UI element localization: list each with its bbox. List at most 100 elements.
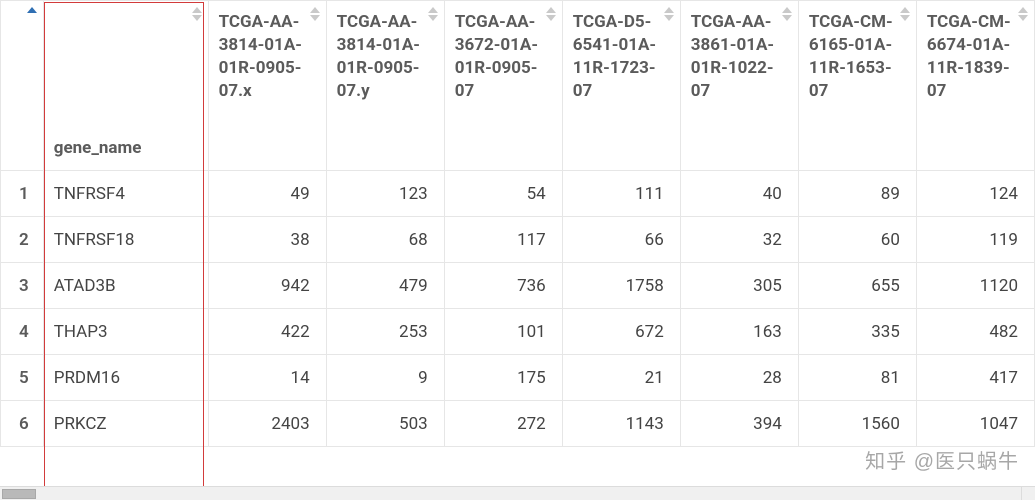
data-cell[interactable]: 9 bbox=[326, 355, 444, 401]
sort-asc-icon bbox=[192, 7, 202, 13]
sort-asc-icon bbox=[664, 7, 674, 13]
row-number-cell: 4 bbox=[1, 309, 44, 355]
data-cell[interactable]: 1758 bbox=[562, 263, 680, 309]
table-row[interactable]: 2TNFRSF183868117663260119 bbox=[1, 217, 1035, 263]
data-cell[interactable]: 305 bbox=[680, 263, 798, 309]
sort-indicator[interactable] bbox=[428, 7, 438, 21]
data-cell[interactable]: 1560 bbox=[798, 401, 916, 447]
gene-name-cell[interactable]: THAP3 bbox=[43, 309, 208, 355]
scrollbar-thumb[interactable] bbox=[2, 489, 36, 499]
data-cell[interactable]: 479 bbox=[326, 263, 444, 309]
sort-asc-icon bbox=[900, 7, 910, 13]
header-label: TCGA-AA-3814-01A-01R-0905-07.y bbox=[337, 12, 420, 101]
data-table-viewer: gene_name TCGA-AA-3814-01A-01R-0905-07.x… bbox=[0, 0, 1035, 500]
data-cell[interactable]: 124 bbox=[916, 171, 1034, 217]
sort-asc-icon bbox=[310, 7, 320, 13]
data-cell[interactable]: 417 bbox=[916, 355, 1034, 401]
data-cell[interactable]: 68 bbox=[326, 217, 444, 263]
column-header-sample-6[interactable]: TCGA-CM-6674-01A-11R-1839-07 bbox=[916, 1, 1034, 171]
data-cell[interactable]: 1120 bbox=[916, 263, 1034, 309]
table-row[interactable]: 1TNFRSF449123541114089124 bbox=[1, 171, 1035, 217]
column-header-gene-name[interactable]: gene_name bbox=[43, 1, 208, 171]
data-cell[interactable]: 101 bbox=[444, 309, 562, 355]
header-label: gene_name bbox=[54, 138, 142, 158]
data-cell[interactable]: 394 bbox=[680, 401, 798, 447]
sort-desc-icon bbox=[1018, 15, 1028, 21]
row-number-header[interactable] bbox=[1, 1, 44, 171]
column-header-sample-1[interactable]: TCGA-AA-3814-01A-01R-0905-07.y bbox=[326, 1, 444, 171]
gene-name-cell[interactable]: PRKCZ bbox=[43, 401, 208, 447]
data-cell[interactable]: 60 bbox=[798, 217, 916, 263]
horizontal-scrollbar[interactable] bbox=[0, 486, 1035, 500]
table-body: 1TNFRSF4491235411140891242TNFRSF18386811… bbox=[1, 171, 1035, 447]
sort-indicator[interactable] bbox=[1018, 7, 1028, 21]
sort-desc-icon bbox=[192, 15, 202, 21]
data-cell[interactable]: 672 bbox=[562, 309, 680, 355]
data-table: gene_name TCGA-AA-3814-01A-01R-0905-07.x… bbox=[0, 0, 1035, 447]
data-cell[interactable]: 32 bbox=[680, 217, 798, 263]
column-header-sample-4[interactable]: TCGA-AA-3861-01A-01R-1022-07 bbox=[680, 1, 798, 171]
sort-desc-icon bbox=[782, 15, 792, 21]
data-cell[interactable]: 28 bbox=[680, 355, 798, 401]
sort-indicator[interactable] bbox=[782, 7, 792, 21]
data-cell[interactable]: 14 bbox=[208, 355, 326, 401]
data-cell[interactable]: 66 bbox=[562, 217, 680, 263]
header-label: TCGA-CM-6165-01A-11R-1653-07 bbox=[809, 12, 893, 101]
column-header-sample-3[interactable]: TCGA-D5-6541-01A-11R-1723-07 bbox=[562, 1, 680, 171]
table-row[interactable]: 4THAP3422253101672163335482 bbox=[1, 309, 1035, 355]
sort-indicator[interactable] bbox=[310, 7, 320, 21]
data-cell[interactable]: 111 bbox=[562, 171, 680, 217]
data-cell[interactable]: 422 bbox=[208, 309, 326, 355]
data-cell[interactable]: 1047 bbox=[916, 401, 1034, 447]
sort-indicator[interactable] bbox=[192, 7, 202, 21]
sort-indicator[interactable] bbox=[900, 7, 910, 21]
sort-indicator[interactable] bbox=[546, 7, 556, 21]
row-number-cell: 2 bbox=[1, 217, 44, 263]
data-cell[interactable]: 272 bbox=[444, 401, 562, 447]
sort-indicator-rownum[interactable] bbox=[27, 7, 37, 15]
data-cell[interactable]: 54 bbox=[444, 171, 562, 217]
header-label: TCGA-CM-6674-01A-11R-1839-07 bbox=[927, 12, 1011, 101]
column-header-sample-0[interactable]: TCGA-AA-3814-01A-01R-0905-07.x bbox=[208, 1, 326, 171]
column-header-sample-2[interactable]: TCGA-AA-3672-01A-01R-0905-07 bbox=[444, 1, 562, 171]
watermark-text: 知乎 @医只蜗牛 bbox=[865, 445, 1019, 474]
gene-name-cell[interactable]: PRDM16 bbox=[43, 355, 208, 401]
gene-name-cell[interactable]: ATAD3B bbox=[43, 263, 208, 309]
row-number-cell: 3 bbox=[1, 263, 44, 309]
table-row[interactable]: 6PRKCZ2403503272114339415601047 bbox=[1, 401, 1035, 447]
data-cell[interactable]: 1143 bbox=[562, 401, 680, 447]
data-cell[interactable]: 253 bbox=[326, 309, 444, 355]
table-row[interactable]: 5PRDM16149175212881417 bbox=[1, 355, 1035, 401]
data-cell[interactable]: 49 bbox=[208, 171, 326, 217]
table-row[interactable]: 3ATAD3B94247973617583056551120 bbox=[1, 263, 1035, 309]
sort-asc-icon bbox=[27, 7, 37, 13]
data-cell[interactable]: 655 bbox=[798, 263, 916, 309]
data-cell[interactable]: 38 bbox=[208, 217, 326, 263]
sort-asc-icon bbox=[546, 7, 556, 13]
header-label: TCGA-D5-6541-01A-11R-1723-07 bbox=[573, 12, 656, 101]
sort-desc-icon bbox=[664, 15, 674, 21]
data-cell[interactable]: 21 bbox=[562, 355, 680, 401]
scrollbar-corner bbox=[1021, 487, 1035, 500]
data-cell[interactable]: 163 bbox=[680, 309, 798, 355]
row-number-cell: 1 bbox=[1, 171, 44, 217]
data-cell[interactable]: 482 bbox=[916, 309, 1034, 355]
sort-desc-icon bbox=[546, 15, 556, 21]
data-cell[interactable]: 81 bbox=[798, 355, 916, 401]
gene-name-cell[interactable]: TNFRSF18 bbox=[43, 217, 208, 263]
data-cell[interactable]: 736 bbox=[444, 263, 562, 309]
data-cell[interactable]: 117 bbox=[444, 217, 562, 263]
column-header-sample-5[interactable]: TCGA-CM-6165-01A-11R-1653-07 bbox=[798, 1, 916, 171]
data-cell[interactable]: 335 bbox=[798, 309, 916, 355]
data-cell[interactable]: 503 bbox=[326, 401, 444, 447]
data-cell[interactable]: 2403 bbox=[208, 401, 326, 447]
sort-asc-icon bbox=[782, 7, 792, 13]
data-cell[interactable]: 40 bbox=[680, 171, 798, 217]
sort-indicator[interactable] bbox=[664, 7, 674, 21]
gene-name-cell[interactable]: TNFRSF4 bbox=[43, 171, 208, 217]
data-cell[interactable]: 942 bbox=[208, 263, 326, 309]
data-cell[interactable]: 119 bbox=[916, 217, 1034, 263]
data-cell[interactable]: 175 bbox=[444, 355, 562, 401]
data-cell[interactable]: 89 bbox=[798, 171, 916, 217]
data-cell[interactable]: 123 bbox=[326, 171, 444, 217]
